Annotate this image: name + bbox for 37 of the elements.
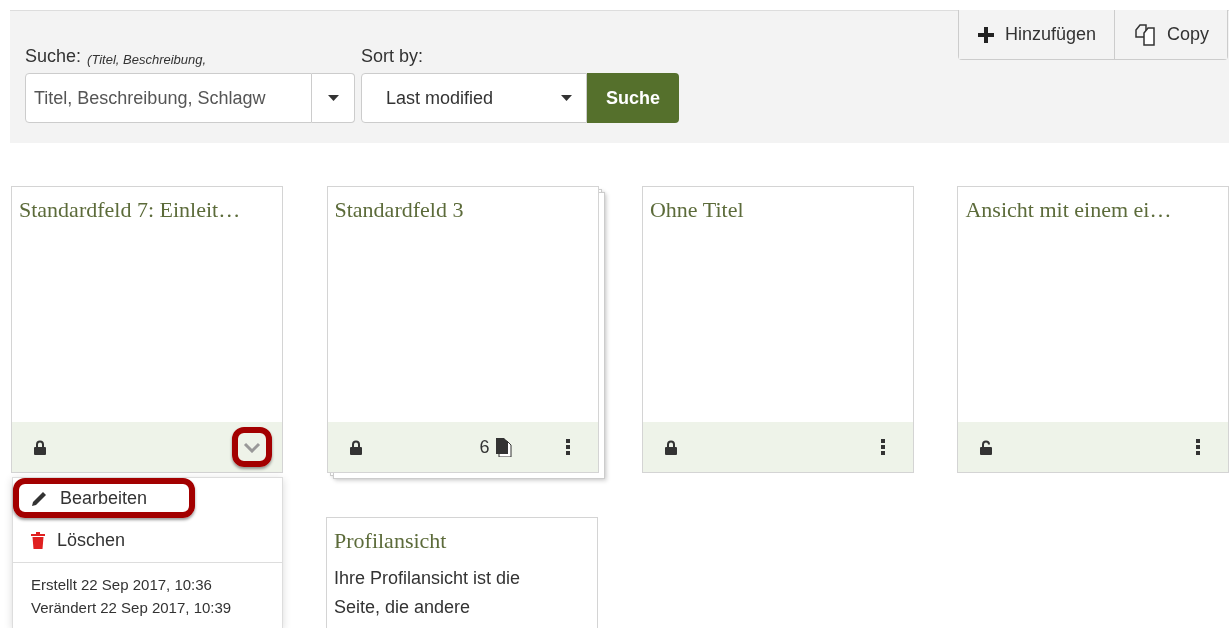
card-description: Ihre Profilansicht ist die Seite, die andere xyxy=(333,567,522,619)
caret-icon xyxy=(561,95,572,101)
trash-icon xyxy=(31,531,45,549)
copy-button[interactable]: Copy xyxy=(1113,10,1227,59)
card-title[interactable]: Ohne Titel xyxy=(643,187,913,233)
sort-select[interactable]: Last modified xyxy=(361,73,587,123)
search-field[interactable]: Titel, Beschreibung, Schlagw xyxy=(25,73,312,123)
search-button[interactable]: Suche xyxy=(587,73,679,123)
search-label: Suche: xyxy=(25,46,82,67)
pencil-icon xyxy=(31,489,48,507)
sort-label: Sort by: xyxy=(361,46,424,67)
menu-item[interactable]: Löschen xyxy=(13,518,282,563)
lock-icon xyxy=(665,439,677,455)
more-options-icon[interactable] xyxy=(881,439,885,455)
date-text: Erstellt 22 Sep 2017, 10:36 xyxy=(31,575,213,595)
chevron-down-icon xyxy=(243,441,261,453)
lock-icon xyxy=(349,439,362,455)
card-title[interactable]: Standardfeld 3 xyxy=(327,187,598,233)
plus-icon xyxy=(976,25,995,44)
page-card[interactable]: Ohne Titel xyxy=(642,186,914,473)
card-title[interactable]: Ansicht mit einem ei… xyxy=(958,187,1229,233)
more-options-icon[interactable] xyxy=(1196,439,1201,455)
caret-icon xyxy=(327,95,339,101)
date-text: Verändert 22 Sep 2017, 10:39 xyxy=(31,598,233,618)
profile-card[interactable]: Profilansicht Ihre Profilansicht ist die Seite, die andere xyxy=(326,517,598,628)
collapse-toggle[interactable] xyxy=(232,427,272,467)
copy-icon xyxy=(1132,23,1157,46)
lock-icon xyxy=(34,439,46,455)
card-title[interactable]: Standardfeld 7: Einleit… xyxy=(12,187,282,233)
card-title[interactable]: Profilansicht xyxy=(327,518,597,564)
menu-item[interactable]: Bearbeiten xyxy=(13,478,195,518)
page-count: 6 xyxy=(479,436,490,458)
search-hint: (Titel, Beschreibung, xyxy=(87,52,207,67)
pages-icon xyxy=(493,437,514,457)
unlocked-lock-icon xyxy=(980,439,993,455)
page-card[interactable]: Ansicht mit einem ei… xyxy=(957,186,1229,473)
more-options-icon[interactable] xyxy=(565,439,570,455)
